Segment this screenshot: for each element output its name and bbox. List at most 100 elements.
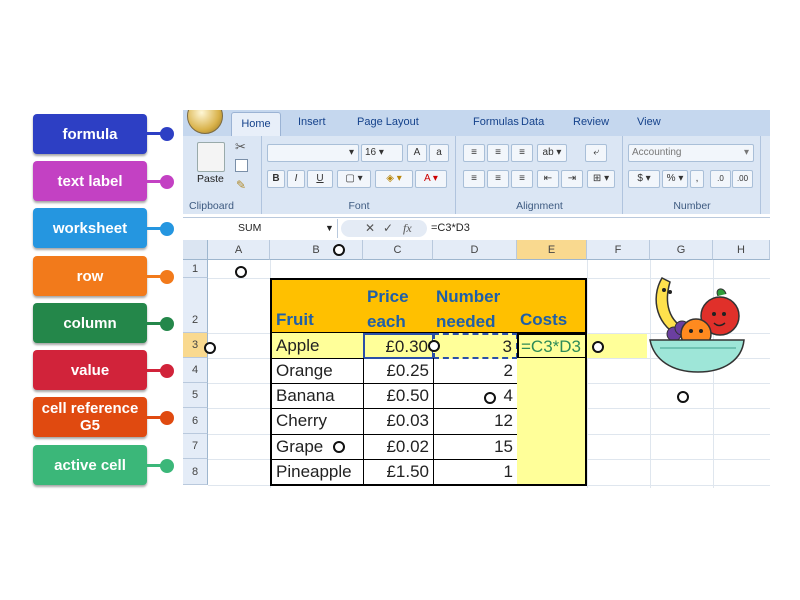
increase-indent-button[interactable]: ⇥ <box>561 170 583 188</box>
align-bottom-button[interactable]: ≡ <box>511 144 533 162</box>
table-cell-cost[interactable] <box>517 459 587 486</box>
table-cell-fruit[interactable]: Apple <box>270 333 364 359</box>
align-top-button[interactable]: ≡ <box>463 144 485 162</box>
table-cell-price[interactable]: £0.30 <box>363 333 434 359</box>
row-header-1[interactable]: 1 <box>183 260 208 278</box>
label-dot[interactable] <box>160 270 174 284</box>
active-cell[interactable]: =C3*D3 <box>517 333 587 359</box>
italic-button[interactable]: I <box>287 170 305 188</box>
align-right-button[interactable]: ≡ <box>511 170 533 188</box>
column-header-g[interactable]: G <box>650 240 713 260</box>
column-header-b[interactable]: B <box>270 240 363 260</box>
row-header-6[interactable]: 6 <box>183 408 208 434</box>
marker-column-header-b[interactable] <box>333 244 345 256</box>
increase-decimal-button[interactable]: .0 <box>710 170 731 188</box>
label-value[interactable]: value <box>33 350 147 390</box>
row-header-4[interactable]: 4 <box>183 358 208 383</box>
marker-cell-a1[interactable] <box>235 266 247 278</box>
percent-button[interactable]: % ▾ <box>662 170 688 188</box>
font-name-select[interactable]: ▾ <box>267 144 359 162</box>
table-cell-cost[interactable] <box>517 383 587 409</box>
row-header-7[interactable]: 7 <box>183 434 208 459</box>
merge-center-button[interactable]: ⊞ ▾ <box>587 170 615 188</box>
cancel-icon[interactable]: ✕ <box>365 220 375 237</box>
decrease-indent-button[interactable]: ⇤ <box>537 170 559 188</box>
label-dot[interactable] <box>160 175 174 189</box>
table-cell-price[interactable]: £0.03 <box>363 408 434 435</box>
copy-icon[interactable] <box>235 159 248 172</box>
align-center-button[interactable]: ≡ <box>487 170 509 188</box>
table-cell-needed[interactable]: 15 <box>433 434 518 460</box>
label-active-cell[interactable]: active cell <box>33 445 147 485</box>
format-painter-icon[interactable]: ✎ <box>236 178 246 192</box>
marker-cell-b7[interactable] <box>333 441 345 453</box>
header-cell-costs[interactable]: Costs <box>517 278 587 334</box>
column-header-h[interactable]: H <box>713 240 770 260</box>
header-cell-price-each[interactable]: Price each <box>363 278 434 334</box>
table-cell-cost[interactable] <box>517 358 587 384</box>
table-cell-needed[interactable]: 3 <box>433 333 518 359</box>
label-cell-reference-g5[interactable]: cell reference G5 <box>33 397 147 437</box>
table-cell-fruit[interactable]: Cherry <box>270 408 364 435</box>
label-text-label[interactable]: text label <box>33 161 147 201</box>
table-cell-needed[interactable]: 12 <box>433 408 518 435</box>
name-box[interactable]: SUM ▼ <box>183 219 338 238</box>
align-middle-button[interactable]: ≡ <box>487 144 509 162</box>
column-header-c[interactable]: C <box>363 240 433 260</box>
label-dot[interactable] <box>160 127 174 141</box>
table-cell-fruit[interactable]: Orange <box>270 358 364 384</box>
label-dot[interactable] <box>160 459 174 473</box>
column-header-f[interactable]: F <box>587 240 650 260</box>
table-cell-cost[interactable] <box>517 408 587 435</box>
enter-icon[interactable]: ✓ <box>383 220 393 237</box>
select-all-corner[interactable] <box>183 240 208 260</box>
table-cell-needed[interactable]: 1 <box>433 459 518 486</box>
column-header-d[interactable]: D <box>433 240 517 260</box>
table-cell-price[interactable]: £0.02 <box>363 434 434 460</box>
header-cell-number-needed[interactable]: Number needed <box>433 278 518 334</box>
number-format-select[interactable]: Accounting ▾ <box>628 144 754 162</box>
bold-button[interactable]: B <box>267 170 285 188</box>
tab-insert[interactable]: Insert <box>298 116 326 128</box>
label-row[interactable]: row <box>33 256 147 296</box>
align-left-button[interactable]: ≡ <box>463 170 485 188</box>
shrink-font-button[interactable]: a <box>429 144 449 162</box>
tab-view[interactable]: View <box>637 116 661 128</box>
marker-cell-g5[interactable] <box>677 391 689 403</box>
borders-button[interactable]: ▢ ▾ <box>337 170 371 188</box>
cut-icon[interactable]: ✂ <box>235 139 246 155</box>
label-column[interactable]: column <box>33 303 147 343</box>
marker-cell-d5[interactable] <box>484 392 496 404</box>
marker-cell-e3[interactable] <box>592 341 604 353</box>
orientation-button[interactable]: ab ▾ <box>537 144 567 162</box>
underline-button[interactable]: U <box>307 170 333 188</box>
font-size-select[interactable]: 16 ▾ <box>361 144 403 162</box>
marker-cell-c3[interactable] <box>428 340 440 352</box>
decrease-decimal-button[interactable]: .00 <box>732 170 753 188</box>
table-cell-needed[interactable]: 2 <box>433 358 518 384</box>
paste-label[interactable]: Paste <box>197 173 224 185</box>
wrap-text-button[interactable]: ⤶ <box>585 144 607 162</box>
comma-button[interactable]: , <box>690 170 704 188</box>
table-cell-fruit[interactable]: Grape <box>270 434 364 460</box>
label-dot[interactable] <box>160 317 174 331</box>
table-cell-cost[interactable] <box>517 434 587 460</box>
table-cell-price[interactable]: £0.25 <box>363 358 434 384</box>
formula-input[interactable]: =C3*D3 <box>431 219 470 238</box>
column-header-e[interactable]: E <box>517 240 587 260</box>
header-cell-fruit[interactable]: Fruit <box>270 278 364 334</box>
label-formula[interactable]: formula <box>33 114 147 154</box>
table-cell-price[interactable]: £1.50 <box>363 459 434 486</box>
label-dot[interactable] <box>160 411 174 425</box>
label-dot[interactable] <box>160 364 174 378</box>
insert-function-icon[interactable]: fx <box>403 220 412 237</box>
tab-page-layout[interactable]: Page Layout <box>357 116 419 128</box>
tab-formulas[interactable]: Formulas <box>473 116 519 128</box>
table-cell-fruit[interactable]: Pineapple <box>270 459 364 486</box>
row-header-5[interactable]: 5 <box>183 383 208 408</box>
fill-color-button[interactable]: ◈ ▾ <box>375 170 413 188</box>
column-header-a[interactable]: A <box>208 240 270 260</box>
label-worksheet[interactable]: worksheet <box>33 208 147 248</box>
table-cell-needed[interactable]: 4 <box>433 383 518 409</box>
marker-row-3[interactable] <box>204 342 216 354</box>
